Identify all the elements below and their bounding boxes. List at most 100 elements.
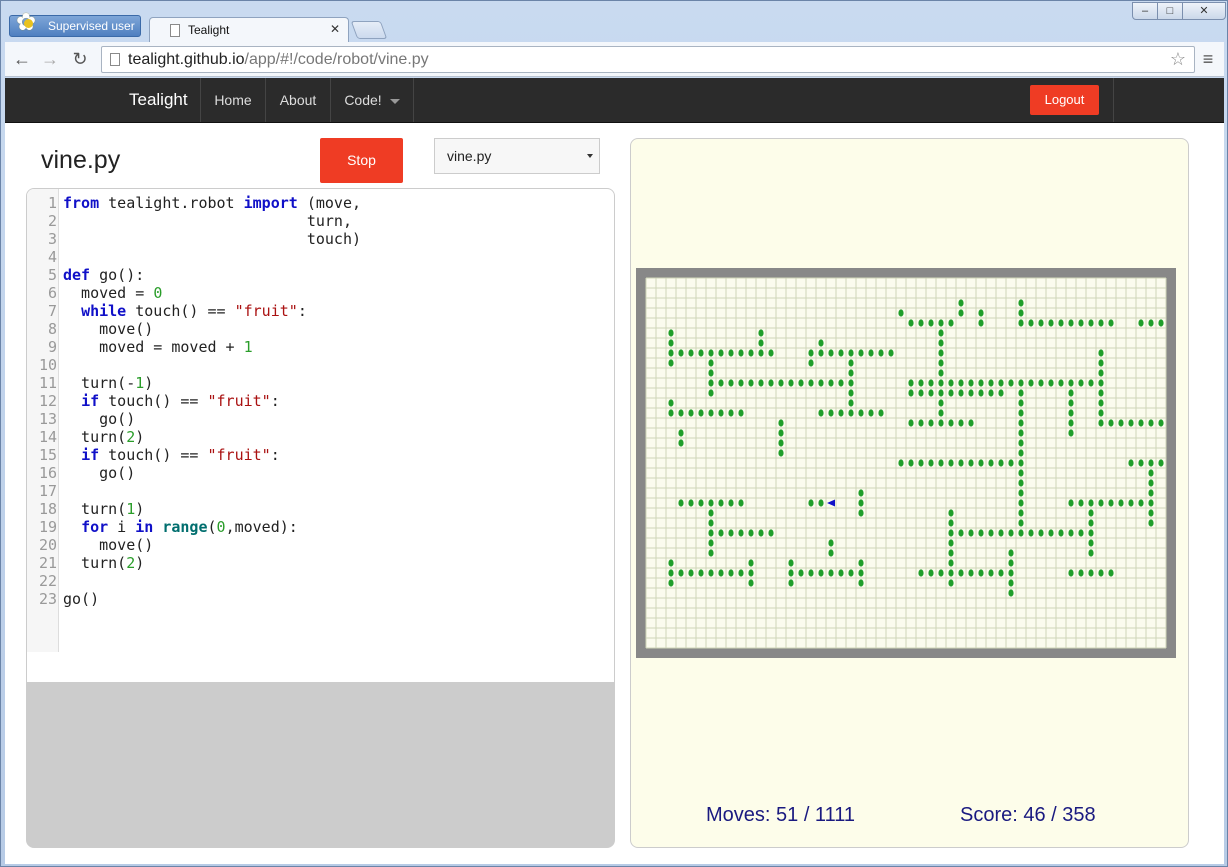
line-number: 23 [38, 590, 57, 608]
fruit [1098, 319, 1104, 327]
supervised-user-badge[interactable]: ✿ Supervised user [9, 10, 141, 37]
line-number: 1 [47, 194, 57, 212]
fruit [1008, 459, 1014, 467]
menu-icon[interactable]: ≡ [1199, 50, 1217, 68]
fruit [858, 509, 864, 517]
fruit [668, 349, 674, 357]
fruit [738, 499, 744, 507]
fruit [688, 499, 694, 507]
fruit [1088, 569, 1094, 577]
fruit [748, 529, 754, 537]
fruit [828, 409, 834, 417]
fruit [928, 569, 934, 577]
robot-world-panel: Moves: 51 / 1111 Score: 46 / 358 [630, 138, 1189, 848]
fruit [1078, 499, 1084, 507]
close-window-button[interactable]: ✕ [1182, 2, 1226, 20]
line-number: 11 [38, 374, 57, 392]
fruit [1148, 419, 1154, 427]
fruit [748, 569, 754, 577]
fruit [948, 509, 954, 517]
code-editor[interactable]: 1 2 3 4 5 6 7 8 9 10 11 12 13 14 15 16 17 18 19 20 21 22 23 fr… [27, 189, 614, 682]
fruit [968, 419, 974, 427]
fruit [868, 349, 874, 357]
fruit [958, 529, 964, 537]
fruit [738, 529, 744, 537]
forward-arrow-icon[interactable]: → [39, 48, 61, 70]
stop-button[interactable]: Stop [320, 138, 403, 183]
fruit [958, 569, 964, 577]
nav-code-dropdown[interactable]: Code! [330, 78, 414, 122]
fruit [928, 379, 934, 387]
code-line: turn(2) [63, 428, 145, 446]
fruit [948, 389, 954, 397]
fruit [1038, 319, 1044, 327]
nav-home[interactable]: Home [200, 78, 265, 122]
fruit [838, 569, 844, 577]
fruit [838, 349, 844, 357]
fruit [728, 529, 734, 537]
fruit [978, 309, 984, 317]
fruit [748, 579, 754, 587]
fruit [1018, 509, 1024, 517]
fruit [948, 539, 954, 547]
minimize-button[interactable]: – [1132, 2, 1158, 20]
bookmark-star-icon[interactable]: ☆ [1170, 47, 1186, 72]
fruit [688, 569, 694, 577]
back-arrow-icon[interactable]: ← [11, 48, 33, 70]
fruit [1078, 569, 1084, 577]
fruit [1038, 529, 1044, 537]
fruit [1068, 399, 1074, 407]
fruit [708, 389, 714, 397]
code-line: def go(): [63, 266, 145, 284]
fruit [898, 309, 904, 317]
fruit [738, 569, 744, 577]
fruit [928, 419, 934, 427]
fruit [798, 569, 804, 577]
fruit [978, 389, 984, 397]
maximize-button[interactable]: □ [1157, 2, 1183, 20]
navbar-divider [1113, 78, 1114, 122]
moves-counter: Moves: 51 / 1111 [706, 804, 855, 826]
fruit [918, 319, 924, 327]
fruit [788, 559, 794, 567]
fruit [758, 339, 764, 347]
fruit [728, 499, 734, 507]
fruit [678, 429, 684, 437]
fruit [978, 569, 984, 577]
caret-down-icon [587, 154, 593, 158]
fruit [698, 409, 704, 417]
browser-tab[interactable]: Tealight ✕ [149, 17, 349, 42]
fruit [708, 369, 714, 377]
fruit [828, 349, 834, 357]
fruit [768, 349, 774, 357]
fruit [748, 349, 754, 357]
logout-button[interactable]: Logout [1030, 85, 1099, 115]
line-number: 12 [38, 392, 57, 410]
nav-about[interactable]: About [265, 78, 330, 122]
fruit [968, 389, 974, 397]
fruit [1068, 409, 1074, 417]
fruit [718, 409, 724, 417]
address-bar[interactable]: tealight.github.io/app/#!/code/robot/vin… [101, 46, 1195, 73]
new-tab-button[interactable] [350, 21, 388, 39]
fruit [678, 349, 684, 357]
fruit [778, 429, 784, 437]
fruit [908, 459, 914, 467]
fruit [758, 329, 764, 337]
close-tab-icon[interactable]: ✕ [330, 22, 340, 36]
fruit [668, 569, 674, 577]
code-line: go() [63, 590, 100, 608]
fruit [808, 359, 814, 367]
line-number: 4 [47, 248, 57, 266]
fruit [998, 459, 1004, 467]
code-line: if touch() == "fruit": [81, 392, 280, 410]
reload-icon[interactable]: ↻ [69, 48, 91, 70]
fruit [848, 569, 854, 577]
brand-link[interactable]: Tealight [129, 78, 188, 122]
file-select[interactable]: vine.py [434, 138, 600, 174]
fruit [928, 319, 934, 327]
fruit [918, 569, 924, 577]
fruit [798, 379, 804, 387]
file-select-value: vine.py [447, 148, 492, 164]
fruit [968, 569, 974, 577]
